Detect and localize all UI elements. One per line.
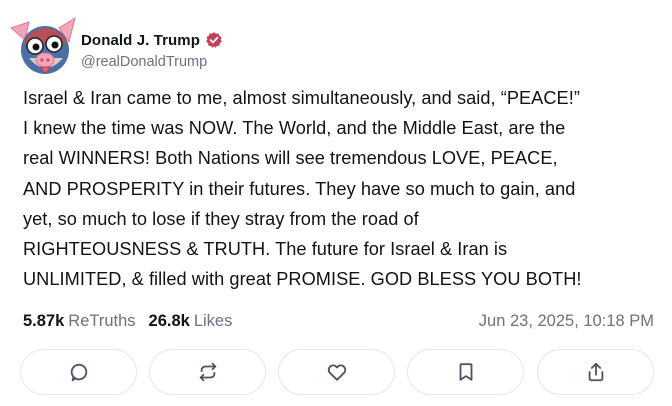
avatar[interactable] bbox=[5, 14, 81, 80]
bookmark-button[interactable] bbox=[407, 349, 524, 395]
verified-badge-icon bbox=[205, 31, 223, 49]
likes-count: 26.8k bbox=[148, 311, 190, 330]
share-upload-icon bbox=[588, 362, 603, 382]
bookmark-icon bbox=[459, 363, 472, 381]
author-name-row[interactable]: Donald J. Trump bbox=[81, 30, 223, 50]
share-button[interactable] bbox=[537, 349, 654, 395]
post-card: Donald J. Trump @realDonaldTrump Israel … bbox=[0, 0, 672, 406]
author-name[interactable]: Donald J. Trump bbox=[81, 32, 200, 49]
likes-label: Likes bbox=[193, 311, 233, 330]
post-stats: 5.87k ReTruths 26.8k Likes bbox=[23, 310, 245, 332]
author-handle[interactable]: @realDonaldTrump bbox=[81, 54, 207, 70]
speech-bubble-icon bbox=[70, 363, 87, 382]
retruth-button[interactable] bbox=[149, 349, 266, 395]
post-text: Israel & Iran came to me, almost simulta… bbox=[23, 88, 582, 290]
reply-button[interactable] bbox=[20, 349, 137, 395]
action-bar bbox=[20, 349, 654, 397]
retruths-stat[interactable]: 5.87k ReTruths bbox=[23, 312, 136, 331]
heart-icon bbox=[327, 364, 346, 381]
post-timestamp[interactable]: Jun 23, 2025, 10:18 PM bbox=[479, 310, 654, 332]
repost-arrows-icon bbox=[199, 362, 216, 382]
cartoon-pig-face-icon bbox=[10, 16, 76, 74]
retruths-count: 5.87k bbox=[23, 311, 65, 330]
likes-stat[interactable]: 26.8k Likes bbox=[149, 312, 233, 331]
retruths-label: ReTruths bbox=[68, 311, 136, 330]
like-button[interactable] bbox=[278, 349, 395, 395]
